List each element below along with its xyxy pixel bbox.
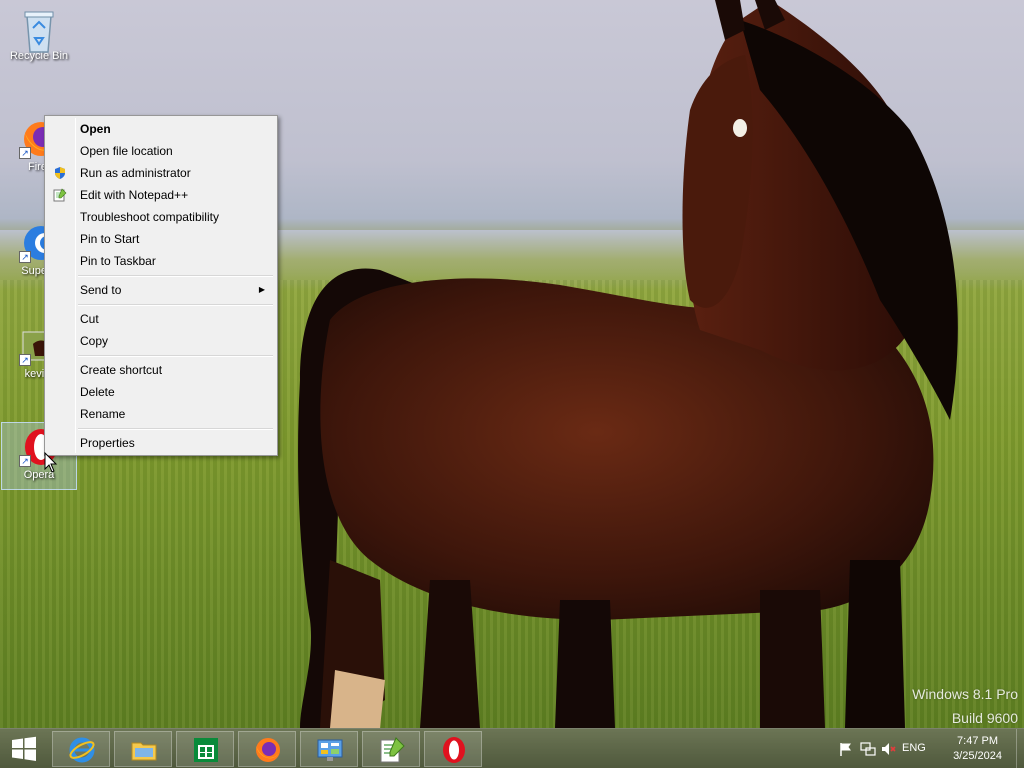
menu-item-label: Open file location (80, 144, 173, 158)
control-panel-icon (317, 739, 343, 761)
volume-muted-icon[interactable] (880, 741, 896, 757)
menu-item-open-file-location[interactable]: Open file location (47, 140, 275, 162)
desktop-icon-label: Opera (23, 469, 55, 481)
menu-item-send-to[interactable]: Send to ▶ (47, 279, 275, 301)
menu-item-label: Delete (80, 385, 115, 399)
menu-item-label: Create shortcut (80, 363, 163, 377)
submenu-arrow-icon: ▶ (258, 285, 265, 294)
menu-separator (47, 352, 275, 359)
taskbar-store[interactable] (176, 731, 234, 767)
file-explorer-icon (131, 742, 157, 761)
menu-item-label: Troubleshoot compatibility (80, 210, 219, 224)
taskbar: ENG 7:47 PM 3/25/2024 (0, 728, 1024, 768)
taskbar-opera[interactable] (424, 731, 482, 767)
menu-item-delete[interactable]: Delete (47, 381, 275, 403)
menu-item-troubleshoot-compatibility[interactable]: Troubleshoot compatibility (47, 206, 275, 228)
menu-item-label: Properties (80, 436, 135, 450)
start-button[interactable] (6, 735, 42, 763)
opera-icon (443, 737, 465, 763)
taskbar-control-panel[interactable] (300, 731, 358, 767)
menu-item-label: Copy (80, 334, 109, 348)
shortcut-arrow-icon: ↗ (19, 455, 31, 467)
taskbar-notepadpp[interactable] (362, 731, 420, 767)
menu-item-label: Edit with Notepad++ (80, 188, 189, 202)
menu-item-open[interactable]: Open (47, 118, 275, 140)
system-tray: ENG 7:47 PM 3/25/2024 (824, 729, 1024, 768)
menu-item-cut[interactable]: Cut (47, 308, 275, 330)
windows-logo-icon (12, 736, 36, 761)
taskbar-file-explorer[interactable] (114, 731, 172, 767)
shortcut-arrow-icon: ↗ (19, 354, 31, 366)
show-desktop-button[interactable] (1016, 729, 1024, 768)
menu-separator (47, 425, 275, 432)
menu-item-label: Pin to Taskbar (80, 254, 156, 268)
uac-shield-icon (55, 167, 65, 179)
build-number-watermark: Build 9600 (951, 710, 1018, 726)
clock[interactable]: 7:47 PM 3/25/2024 (953, 734, 1002, 764)
context-menu: Open Open file location Run as administr… (44, 115, 278, 456)
notepadpp-icon (53, 188, 67, 202)
desktop-icon-recycle-bin[interactable]: Recycle Bin (1, 4, 77, 63)
recycle-bin-icon (19, 8, 59, 53)
menu-separator (47, 272, 275, 279)
desktop[interactable]: Windows 8.1 Pro Build 9600 Recycle Bin ↗… (0, 0, 1024, 728)
notepadpp-icon (380, 737, 405, 763)
shortcut-arrow-icon: ↗ (19, 147, 31, 159)
mouse-cursor-icon (44, 452, 58, 473)
input-language-indicator[interactable]: ENG (902, 742, 926, 754)
shortcut-arrow-icon: ↗ (19, 251, 31, 263)
firefox-icon (256, 738, 280, 762)
clock-date: 3/25/2024 (953, 750, 1002, 762)
menu-item-create-shortcut[interactable]: Create shortcut (47, 359, 275, 381)
menu-item-label: Open (80, 122, 111, 136)
menu-item-run-as-administrator[interactable]: Run as administrator (47, 162, 275, 184)
clock-time: 7:47 PM (957, 735, 999, 747)
store-icon (194, 738, 218, 762)
action-center-flag-icon[interactable] (838, 741, 854, 757)
menu-item-label: Rename (80, 407, 126, 421)
internet-explorer-icon (69, 737, 95, 763)
taskbar-firefox[interactable] (238, 731, 296, 767)
network-icon[interactable] (860, 741, 876, 757)
windows-version-watermark: Windows 8.1 Pro (912, 686, 1018, 702)
menu-item-label: Run as administrator (80, 166, 191, 180)
menu-separator (47, 301, 275, 308)
menu-item-label: Pin to Start (80, 232, 140, 246)
menu-item-rename[interactable]: Rename (47, 403, 275, 425)
menu-item-label: Send to (80, 283, 122, 297)
menu-item-pin-to-taskbar[interactable]: Pin to Taskbar (47, 250, 275, 272)
menu-item-label: Cut (80, 312, 99, 326)
menu-item-properties[interactable]: Properties (47, 432, 275, 454)
menu-item-edit-with-notepadpp[interactable]: Edit with Notepad++ (47, 184, 275, 206)
menu-item-copy[interactable]: Copy (47, 330, 275, 352)
menu-item-pin-to-start[interactable]: Pin to Start (47, 228, 275, 250)
taskbar-internet-explorer[interactable] (52, 731, 110, 767)
